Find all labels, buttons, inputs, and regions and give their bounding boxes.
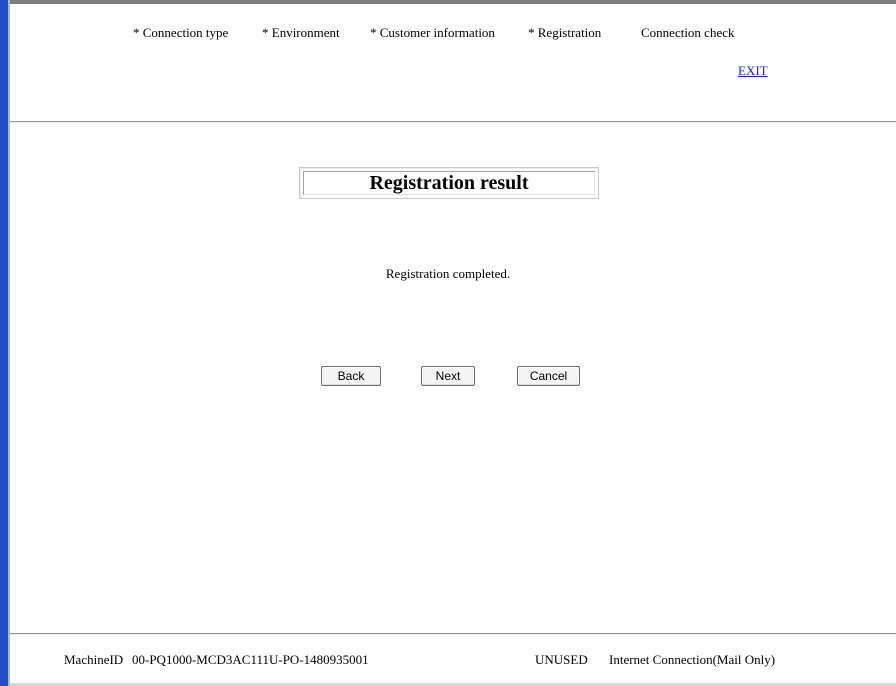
- window-left-border: [8, 0, 10, 686]
- cancel-button[interactable]: Cancel: [517, 366, 580, 386]
- status-value: UNUSED: [535, 652, 588, 667]
- result-message: Registration completed.: [385, 266, 511, 281]
- step-customer-information: * Customer information: [370, 25, 495, 40]
- header-divider: [10, 121, 896, 123]
- window-top-border: [0, 0, 896, 4]
- step-connection-type: * Connection type: [133, 25, 229, 40]
- step-environment: * Environment: [262, 25, 340, 40]
- window-left-accent-bar: [0, 0, 8, 686]
- footer-divider: [10, 633, 896, 635]
- next-button[interactable]: Next: [421, 366, 475, 386]
- machine-id-value: 00-PQ1000-MCD3AC111U-PO-1480935001: [132, 652, 369, 667]
- step-connection-check: Connection check: [641, 25, 735, 40]
- page-title: Registration result: [369, 171, 529, 194]
- page-title-box: Registration result: [299, 167, 599, 199]
- step-registration: * Registration: [528, 25, 602, 40]
- page-title-frame: Registration result: [303, 171, 595, 195]
- connection-mode: Internet Connection(Mail Only): [609, 652, 776, 667]
- exit-link[interactable]: EXIT: [738, 63, 768, 79]
- back-button[interactable]: Back: [321, 366, 381, 386]
- machine-id-label: MachineID: [64, 652, 124, 667]
